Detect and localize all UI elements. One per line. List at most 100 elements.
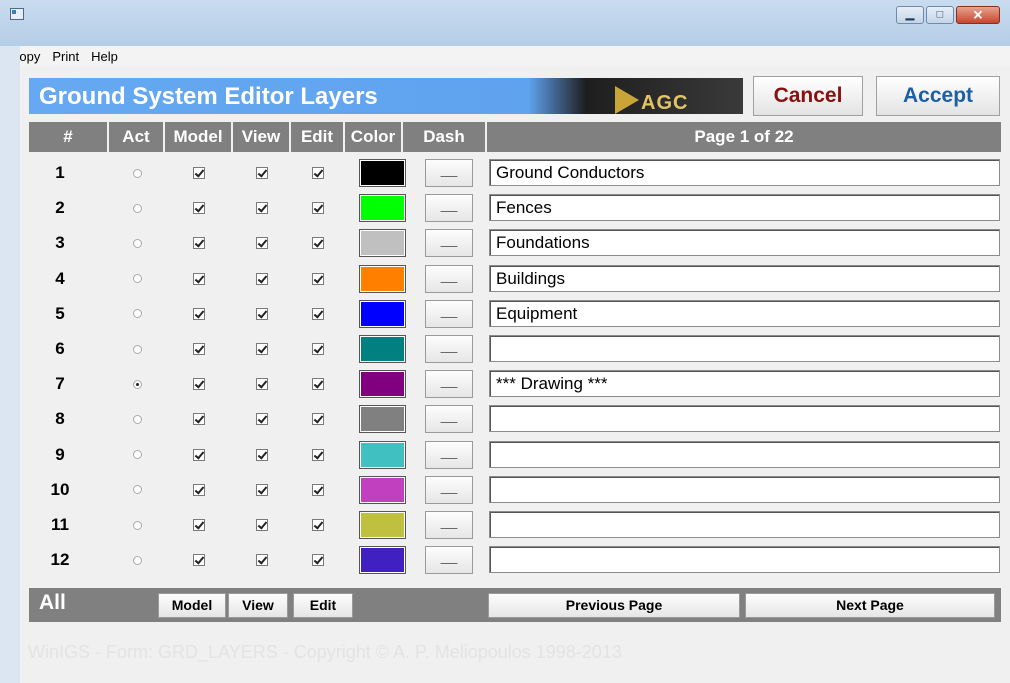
model-checkbox[interactable] xyxy=(193,202,205,215)
edit-checkbox[interactable] xyxy=(312,378,324,391)
color-swatch[interactable] xyxy=(358,335,406,363)
edit-checkbox[interactable] xyxy=(312,483,324,496)
dash-style-button[interactable]: __ xyxy=(425,264,473,293)
dash-style-button[interactable]: __ xyxy=(425,299,473,328)
menu-print[interactable]: Print xyxy=(52,49,79,64)
dash-style-button[interactable]: __ xyxy=(425,194,473,223)
active-layer-radio[interactable] xyxy=(132,238,142,248)
row-number: 6 xyxy=(55,339,65,358)
dash-style-button[interactable]: __ xyxy=(425,159,473,187)
color-swatch[interactable] xyxy=(358,159,406,187)
layer-name-field[interactable] xyxy=(489,546,1000,574)
color-swatch[interactable] xyxy=(358,511,406,539)
model-checkbox[interactable] xyxy=(193,237,205,250)
edit-checkbox[interactable] xyxy=(312,554,324,567)
model-checkbox[interactable] xyxy=(193,413,205,426)
active-layer-radio[interactable] xyxy=(132,203,142,213)
active-layer-radio[interactable] xyxy=(132,414,142,424)
dash-style-button[interactable]: __ xyxy=(425,475,473,504)
color-swatch[interactable] xyxy=(358,194,406,223)
color-swatch[interactable] xyxy=(358,264,406,293)
layer-name-field[interactable]: Buildings xyxy=(489,264,1000,292)
color-swatch[interactable] xyxy=(358,475,406,504)
edit-checkbox[interactable] xyxy=(312,237,324,250)
view-checkbox[interactable] xyxy=(256,272,268,285)
active-layer-radio[interactable] xyxy=(132,450,142,460)
dash-style-button[interactable]: __ xyxy=(425,511,473,539)
model-checkbox[interactable] xyxy=(193,343,205,355)
table-row: 6 __ xyxy=(29,333,1001,365)
edit-checkbox[interactable] xyxy=(312,519,324,531)
minimize-button[interactable]: ▁ xyxy=(896,6,924,24)
view-checkbox[interactable] xyxy=(256,554,268,567)
view-checkbox[interactable] xyxy=(256,378,268,391)
cancel-button[interactable]: Cancel xyxy=(753,76,863,116)
color-swatch[interactable] xyxy=(358,405,406,434)
layer-name-field[interactable] xyxy=(489,475,1000,503)
view-checkbox[interactable] xyxy=(256,237,268,250)
previous-page-button[interactable]: Previous Page xyxy=(488,593,740,618)
dash-style-button[interactable]: __ xyxy=(425,440,473,469)
model-checkbox[interactable] xyxy=(193,307,205,320)
layer-name-field[interactable]: Equipment xyxy=(489,299,1000,327)
edit-checkbox[interactable] xyxy=(312,272,324,285)
active-layer-radio[interactable] xyxy=(132,520,142,530)
menu-help[interactable]: Help xyxy=(91,49,118,64)
layer-name-field[interactable] xyxy=(489,440,1000,468)
edit-checkbox[interactable] xyxy=(312,307,324,320)
active-layer-radio[interactable] xyxy=(132,379,142,389)
model-checkbox[interactable] xyxy=(193,448,205,461)
dash-style-button[interactable]: __ xyxy=(425,229,473,258)
edit-checkbox[interactable] xyxy=(312,343,324,355)
model-checkbox[interactable] xyxy=(193,167,205,179)
active-layer-radio[interactable] xyxy=(132,344,142,354)
model-checkbox[interactable] xyxy=(193,519,205,531)
color-swatch[interactable] xyxy=(358,440,406,469)
edit-checkbox[interactable] xyxy=(312,413,324,426)
edit-checkbox[interactable] xyxy=(312,202,324,215)
active-layer-radio[interactable] xyxy=(132,555,142,565)
view-checkbox[interactable] xyxy=(256,519,268,531)
active-layer-radio[interactable] xyxy=(132,309,142,319)
edit-checkbox[interactable] xyxy=(312,448,324,461)
view-checkbox[interactable] xyxy=(256,307,268,320)
color-swatch[interactable] xyxy=(358,370,406,399)
table-row: 4 __ Buildings xyxy=(29,263,1001,295)
close-button[interactable]: ✕ xyxy=(956,6,1000,24)
color-swatch[interactable] xyxy=(358,299,406,328)
all-model-button[interactable]: Model xyxy=(158,593,226,618)
dash-style-button[interactable]: __ xyxy=(425,335,473,363)
dash-style-button[interactable]: __ xyxy=(425,405,473,434)
model-checkbox[interactable] xyxy=(193,483,205,496)
layer-name-field[interactable] xyxy=(489,335,1000,362)
view-checkbox[interactable] xyxy=(256,167,268,179)
model-checkbox[interactable] xyxy=(193,378,205,391)
all-view-button[interactable]: View xyxy=(228,593,288,618)
model-checkbox[interactable] xyxy=(193,554,205,567)
layer-name-field[interactable]: Foundations xyxy=(489,229,1000,257)
edit-checkbox[interactable] xyxy=(312,167,324,179)
table-row: 10 __ xyxy=(29,474,1001,506)
maximize-button[interactable]: □ xyxy=(926,6,954,24)
layer-name-field[interactable]: Fences xyxy=(489,194,1000,222)
layer-name-field[interactable] xyxy=(489,511,1000,538)
color-swatch[interactable] xyxy=(358,229,406,258)
active-layer-radio[interactable] xyxy=(132,274,142,284)
active-layer-radio[interactable] xyxy=(132,168,142,178)
layer-name-field[interactable]: *** Drawing *** xyxy=(489,370,1000,398)
color-swatch[interactable] xyxy=(358,546,406,575)
view-checkbox[interactable] xyxy=(256,202,268,215)
view-checkbox[interactable] xyxy=(256,448,268,461)
all-edit-button[interactable]: Edit xyxy=(293,593,353,618)
accept-button[interactable]: Accept xyxy=(876,76,1000,116)
view-checkbox[interactable] xyxy=(256,343,268,355)
layer-name-field[interactable] xyxy=(489,405,1000,433)
view-checkbox[interactable] xyxy=(256,483,268,496)
model-checkbox[interactable] xyxy=(193,272,205,285)
active-layer-radio[interactable] xyxy=(132,485,142,495)
dash-style-button[interactable]: __ xyxy=(425,546,473,575)
next-page-button[interactable]: Next Page xyxy=(745,593,995,618)
dash-style-button[interactable]: __ xyxy=(425,370,473,399)
view-checkbox[interactable] xyxy=(256,413,268,426)
layer-name-field[interactable]: Ground Conductors xyxy=(489,159,1000,186)
